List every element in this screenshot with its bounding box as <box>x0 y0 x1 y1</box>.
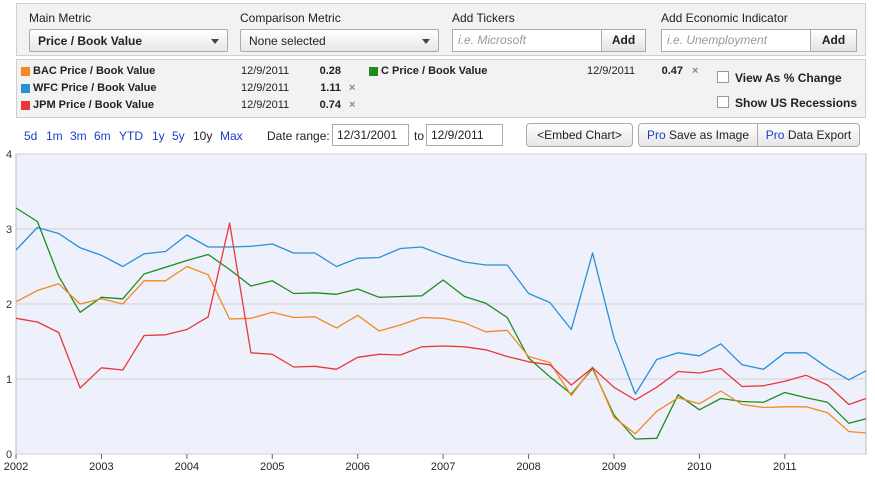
series-date: 12/9/2011 <box>241 65 290 77</box>
series-value: 0.47 <box>661 65 683 77</box>
main-metric-value: Price / Book Value <box>38 34 143 48</box>
remove-series-icon[interactable]: × <box>692 65 698 77</box>
main-metric-label: Main Metric <box>29 11 92 25</box>
series-value: 0.74 <box>319 99 341 111</box>
x-tick-label: 2005 <box>260 461 284 473</box>
zoom-1y-link[interactable]: 1y <box>152 129 165 143</box>
date-range-label: Date range: <box>267 129 330 143</box>
x-tick-label: 2002 <box>4 461 28 473</box>
zoom-1m-link[interactable]: 1m <box>46 129 63 143</box>
series-name: WFC Price / Book Value <box>33 82 157 94</box>
date-to-input[interactable]: 12/9/2011 <box>426 124 503 146</box>
series-color-swatch <box>21 84 30 93</box>
comparison-metric-value: None selected <box>249 34 326 48</box>
chevron-down-icon <box>211 39 219 44</box>
x-tick-label: 2009 <box>602 461 626 473</box>
y-tick-label: 3 <box>6 224 12 236</box>
series-name: BAC Price / Book Value <box>33 65 156 77</box>
series-color-swatch <box>369 67 378 76</box>
series-date: 12/9/2011 <box>241 82 290 94</box>
view-as-percent-toggle[interactable]: View As % Change <box>717 69 867 87</box>
comparison-metric-label: Comparison Metric <box>240 11 341 25</box>
show-recessions-toggle[interactable]: Show US Recessions <box>717 94 867 112</box>
series-color-swatch <box>21 101 30 110</box>
y-tick-label: 2 <box>6 299 12 311</box>
chevron-down-icon <box>422 39 430 44</box>
series-date: 12/9/2011 <box>587 65 636 77</box>
zoom-5d-link[interactable]: 5d <box>24 129 37 143</box>
add-indicator-button[interactable]: Add <box>811 29 857 52</box>
series-date: 12/9/2011 <box>241 99 290 111</box>
ticker-search-input[interactable]: i.e. Microsoft <box>452 29 602 52</box>
economic-indicator-input[interactable]: i.e. Unemployment <box>661 29 811 52</box>
zoom-3m-link[interactable]: 3m <box>70 129 87 143</box>
series-value: 1.11 <box>320 82 341 94</box>
x-tick-label: 2010 <box>687 461 711 473</box>
view-as-percent-label: View As % Change <box>735 71 842 85</box>
date-to-label: to <box>414 129 425 143</box>
series-name: JPM Price / Book Value <box>33 99 155 111</box>
x-tick-label: 2007 <box>431 461 455 473</box>
x-tick-label: 2003 <box>89 461 113 473</box>
series-name: C Price / Book Value <box>381 65 488 77</box>
controls-bar: Main Metric Price / Book Value Compariso… <box>16 3 866 56</box>
data-export-label: Data Export <box>787 128 852 142</box>
y-tick-label: 0 <box>6 449 12 461</box>
checkbox[interactable] <box>717 71 729 83</box>
add-economic-indicator-label: Add Economic Indicator <box>661 11 788 25</box>
zoom-ytd-link[interactable]: YTD <box>119 129 143 143</box>
show-recessions-label: Show US Recessions <box>735 96 858 110</box>
add-tickers-label: Add Tickers <box>452 11 515 25</box>
comparison-metric-select[interactable]: None selected <box>240 29 439 52</box>
series-color-swatch <box>21 67 30 76</box>
series-row-wfc: WFC Price / Book Value 12/9/2011 1.11 × <box>21 81 361 97</box>
save-as-image-label: Save as Image <box>668 128 750 142</box>
chart-toolbar: 5d 1m 3m 6m YTD 1y 5y 10y Max Date range… <box>16 122 866 150</box>
zoom-10y-link[interactable]: 10y <box>193 129 212 143</box>
add-ticker-button[interactable]: Add <box>602 29 646 52</box>
remove-series-icon[interactable]: × <box>349 82 355 94</box>
y-tick-label: 4 <box>6 150 12 161</box>
pro-badge: Pro <box>646 128 666 142</box>
zoom-6m-link[interactable]: 6m <box>94 129 111 143</box>
x-tick-label: 2008 <box>516 461 540 473</box>
chart-canvas: 4 3 2 1 02002 2003 2004 2005 2006 2007 2008 2009 201… <box>4 150 867 473</box>
zoom-max-link[interactable]: Max <box>220 129 243 143</box>
data-export-button[interactable]: Pro Data Export <box>757 123 860 147</box>
remove-series-icon[interactable]: × <box>349 99 355 111</box>
checkbox[interactable] <box>717 96 729 108</box>
x-tick-label: 2006 <box>345 461 369 473</box>
price-book-value-chart[interactable]: 4 3 2 1 0 2002 2003 2004 2005 2006 2007 2008 2009 201… <box>0 150 875 477</box>
x-tick-label: 2011 <box>773 461 797 473</box>
zoom-5y-link[interactable]: 5y <box>172 129 185 143</box>
series-row-jpm: JPM Price / Book Value 12/9/2011 0.74 × <box>21 98 361 114</box>
series-value: 0.28 <box>319 65 341 77</box>
y-tick-label: 1 <box>6 374 12 386</box>
series-legend-panel: BAC Price / Book Value 12/9/2011 0.28 WF… <box>16 59 866 118</box>
pro-badge: Pro <box>765 128 785 142</box>
series-row-c: C Price / Book Value 12/9/2011 0.47 × <box>369 64 709 80</box>
date-from-input[interactable]: 12/31/2001 <box>332 124 409 146</box>
series-row-bac: BAC Price / Book Value 12/9/2011 0.28 <box>21 64 361 80</box>
save-as-image-button[interactable]: Pro Save as Image <box>638 123 758 147</box>
main-metric-select[interactable]: Price / Book Value <box>29 29 228 52</box>
embed-chart-button[interactable]: <Embed Chart> <box>526 123 633 147</box>
x-tick-label: 2004 <box>175 461 199 473</box>
